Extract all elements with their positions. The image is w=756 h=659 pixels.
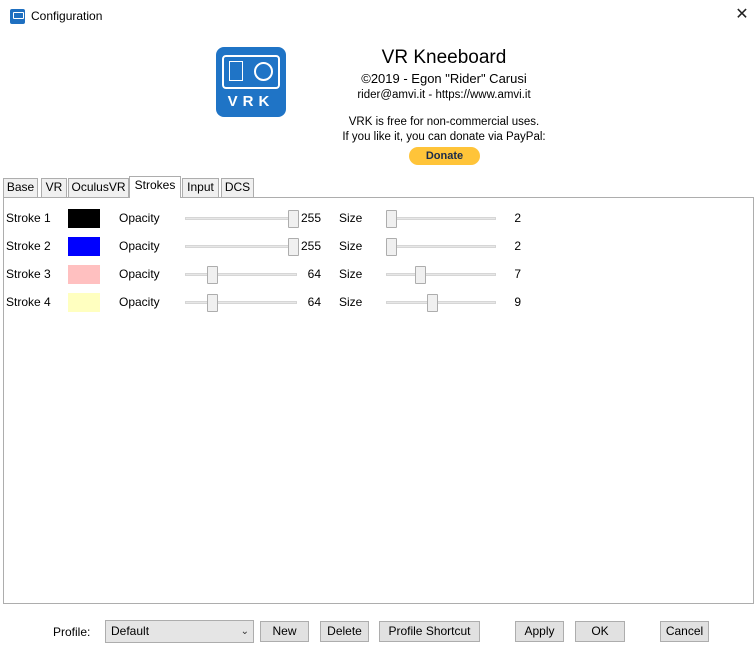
app-icon [10, 9, 25, 24]
logo-card-icon [222, 55, 280, 89]
size-slider-track[interactable] [386, 217, 496, 220]
opacity-value: 64 [307, 267, 321, 281]
copyright-text: ©2019 - Egon "Rider" Carusi [361, 71, 527, 86]
opacity-value: 255 [300, 239, 321, 253]
size-label: Size [339, 295, 363, 309]
opacity-slider-track[interactable] [185, 301, 297, 304]
chevron-down-icon: ⌄ [240, 626, 249, 637]
size-value: 7 [514, 267, 521, 281]
tab-vr[interactable]: VR [41, 178, 67, 197]
logo-dial-icon [254, 62, 273, 81]
stroke-row: Stroke 1 Opacity 255 Size 2 [4, 207, 544, 231]
donate-prompt: If you like it, you can donate via PayPa… [342, 131, 546, 143]
size-value: 2 [514, 211, 521, 225]
donate-button[interactable]: Donate [409, 147, 480, 165]
stroke-color-swatch[interactable] [68, 293, 100, 312]
size-value: 2 [514, 239, 521, 253]
opacity-label: Opacity [119, 295, 160, 309]
opacity-label: Opacity [119, 239, 160, 253]
strokes-panel: Stroke 1 Opacity 255 Size 2 Stroke 2 Opa… [3, 197, 754, 604]
vrk-logo: VRK [216, 47, 286, 117]
about-header: VRK VR Kneeboard ©2019 - Egon "Rider" Ca… [0, 32, 756, 174]
size-slider-thumb[interactable] [386, 210, 397, 228]
size-value: 9 [514, 295, 521, 309]
stroke-color-swatch[interactable] [68, 265, 100, 284]
stroke-label: Stroke 3 [6, 267, 51, 281]
profile-shortcut-button[interactable]: Profile Shortcut [379, 621, 480, 642]
stroke-color-swatch[interactable] [68, 237, 100, 256]
stroke-row: Stroke 2 Opacity 255 Size 2 [4, 235, 544, 259]
stroke-row: Stroke 4 Opacity 64 Size 9 [4, 291, 544, 315]
profile-dropdown[interactable]: Default ⌄ [105, 620, 254, 643]
tab-input[interactable]: Input [182, 178, 219, 197]
size-slider-track[interactable] [386, 273, 496, 276]
opacity-value: 64 [307, 295, 321, 309]
size-label: Size [339, 211, 363, 225]
ok-button[interactable]: OK [575, 621, 625, 642]
size-slider-track[interactable] [386, 301, 496, 304]
size-slider-track[interactable] [386, 245, 496, 248]
license-notice: VRK is free for non-commercial uses. [348, 116, 540, 128]
opacity-slider-thumb[interactable] [207, 294, 218, 312]
stroke-label: Stroke 2 [6, 239, 51, 253]
size-slider-thumb[interactable] [415, 266, 426, 284]
opacity-label: Opacity [119, 267, 160, 281]
new-profile-button[interactable]: New [260, 621, 309, 642]
opacity-slider-track[interactable] [185, 217, 297, 220]
app-name: VR Kneeboard [381, 47, 507, 68]
profile-label: Profile: [53, 625, 91, 639]
window-title: Configuration [31, 9, 103, 23]
title-bar: Configuration ✕ [0, 0, 756, 32]
size-slider-thumb[interactable] [427, 294, 438, 312]
apply-button[interactable]: Apply [515, 621, 564, 642]
opacity-slider-thumb[interactable] [207, 266, 218, 284]
size-label: Size [339, 239, 363, 253]
opacity-slider-track[interactable] [185, 273, 297, 276]
tab-oculusvr[interactable]: OculusVR [68, 178, 129, 197]
dialog-footer: Profile: Default ⌄ New Delete Profile Sh… [0, 604, 756, 659]
logo-document-icon [229, 61, 243, 81]
opacity-value: 255 [300, 211, 321, 225]
stroke-color-swatch[interactable] [68, 209, 100, 228]
logo-text: VRK [227, 93, 275, 110]
profile-selected-value: Default [111, 624, 150, 638]
close-icon[interactable]: ✕ [733, 6, 751, 24]
contact-text: rider@amvi.it - https://www.amvi.it [357, 89, 531, 101]
opacity-label: Opacity [119, 211, 160, 225]
stroke-label: Stroke 1 [6, 211, 51, 225]
tab-base[interactable]: Base [3, 178, 38, 197]
size-label: Size [339, 267, 363, 281]
opacity-slider-track[interactable] [185, 245, 297, 248]
tab-strokes[interactable]: Strokes [129, 176, 181, 198]
size-slider-thumb[interactable] [386, 238, 397, 256]
stroke-row: Stroke 3 Opacity 64 Size 7 [4, 263, 544, 287]
delete-profile-button[interactable]: Delete [320, 621, 369, 642]
cancel-button[interactable]: Cancel [660, 621, 709, 642]
stroke-label: Stroke 4 [6, 295, 51, 309]
tab-dcs[interactable]: DCS [221, 178, 254, 197]
